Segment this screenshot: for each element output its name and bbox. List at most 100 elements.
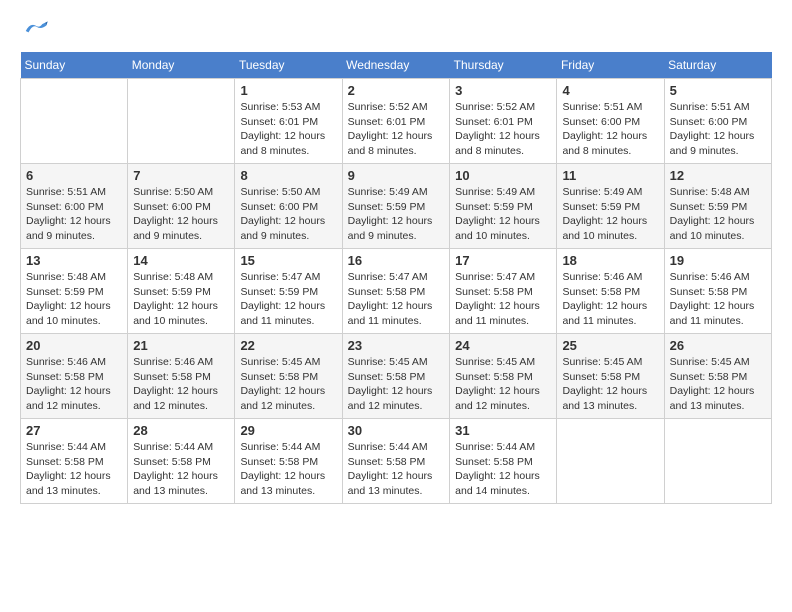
day-number: 13 (26, 253, 122, 268)
day-info: Sunrise: 5:44 AM Sunset: 5:58 PM Dayligh… (240, 440, 336, 499)
day-number: 21 (133, 338, 229, 353)
day-info: Sunrise: 5:45 AM Sunset: 5:58 PM Dayligh… (455, 355, 551, 414)
day-number: 19 (670, 253, 766, 268)
calendar-cell: 16 Sunrise: 5:47 AM Sunset: 5:58 PM Dayli… (342, 249, 449, 334)
calendar-cell: 18Sunrise: 5:46 AM Sunset: 5:58 PM Dayli… (557, 249, 664, 334)
day-number: 31 (455, 423, 551, 438)
calendar-cell: 10 Sunrise: 5:49 AM Sunset: 5:59 PM Dayli… (450, 164, 557, 249)
day-number: 14 (133, 253, 229, 268)
calendar-cell: 13Sunrise: 5:48 AM Sunset: 5:59 PM Dayli… (21, 249, 128, 334)
weekday-header-monday: Monday (128, 52, 235, 79)
day-number: 26 (670, 338, 766, 353)
day-number: 23 (348, 338, 444, 353)
day-number: 3 (455, 83, 551, 98)
day-info: Sunrise: 5:49 AM Sunset: 5:59 PM Dayligh… (455, 185, 551, 244)
day-info: Sunrise: 5:44 AM Sunset: 5:58 PM Dayligh… (348, 440, 444, 499)
logo-icon (20, 20, 48, 42)
calendar-cell: 1 Sunrise: 5:53 AM Sunset: 6:01 PM Daylig… (235, 79, 342, 164)
calendar-cell (664, 419, 771, 504)
calendar-cell: 5 Sunrise: 5:51 AM Sunset: 6:00 PM Daylig… (664, 79, 771, 164)
calendar-cell: 30 Sunrise: 5:44 AM Sunset: 5:58 PM Dayli… (342, 419, 449, 504)
calendar-cell: 4 Sunrise: 5:51 AM Sunset: 6:00 PM Daylig… (557, 79, 664, 164)
day-number: 16 (348, 253, 444, 268)
weekday-header-friday: Friday (557, 52, 664, 79)
day-number: 17 (455, 253, 551, 268)
day-info: Sunrise: 5:46 AM Sunset: 5:58 PM Dayligh… (26, 355, 122, 414)
day-info: Sunrise: 5:46 AM Sunset: 5:58 PM Dayligh… (133, 355, 229, 414)
day-info: Sunrise: 5:50 AM Sunset: 6:00 PM Dayligh… (133, 185, 229, 244)
calendar-cell: 2 Sunrise: 5:52 AM Sunset: 6:01 PM Daylig… (342, 79, 449, 164)
day-info: Sunrise: 5:52 AM Sunset: 6:01 PM Dayligh… (348, 100, 444, 159)
weekday-header-thursday: Thursday (450, 52, 557, 79)
day-number: 10 (455, 168, 551, 183)
day-info: Sunrise: 5:45 AM Sunset: 5:58 PM Dayligh… (240, 355, 336, 414)
day-number: 20 (26, 338, 122, 353)
calendar-cell: 15Sunrise: 5:47 AM Sunset: 5:59 PM Dayli… (235, 249, 342, 334)
day-number: 22 (240, 338, 336, 353)
calendar-cell: 25 Sunrise: 5:45 AM Sunset: 5:58 PM Dayli… (557, 334, 664, 419)
day-info: Sunrise: 5:48 AM Sunset: 5:59 PM Dayligh… (670, 185, 766, 244)
calendar-cell: 7 Sunrise: 5:50 AM Sunset: 6:00 PM Daylig… (128, 164, 235, 249)
day-info: Sunrise: 5:50 AM Sunset: 6:00 PM Dayligh… (240, 185, 336, 244)
calendar-week-5: 27 Sunrise: 5:44 AM Sunset: 5:58 PM Dayli… (21, 419, 772, 504)
weekday-header-row: SundayMondayTuesdayWednesdayThursdayFrid… (21, 52, 772, 79)
day-number: 28 (133, 423, 229, 438)
day-info: Sunrise: 5:51 AM Sunset: 6:00 PM Dayligh… (670, 100, 766, 159)
day-number: 5 (670, 83, 766, 98)
day-info: Sunrise: 5:46 AM Sunset: 5:58 PM Dayligh… (670, 270, 766, 329)
weekday-header-wednesday: Wednesday (342, 52, 449, 79)
weekday-header-saturday: Saturday (664, 52, 771, 79)
day-info: Sunrise: 5:49 AM Sunset: 5:59 PM Dayligh… (562, 185, 658, 244)
day-info: Sunrise: 5:48 AM Sunset: 5:59 PM Dayligh… (133, 270, 229, 329)
day-info: Sunrise: 5:45 AM Sunset: 5:58 PM Dayligh… (670, 355, 766, 414)
day-info: Sunrise: 5:52 AM Sunset: 6:01 PM Dayligh… (455, 100, 551, 159)
day-number: 8 (240, 168, 336, 183)
calendar-cell: 12 Sunrise: 5:48 AM Sunset: 5:59 PM Dayli… (664, 164, 771, 249)
day-number: 4 (562, 83, 658, 98)
calendar-week-3: 13 Sunrise: 5:48 AM Sunset: 5:59 PM Dayli… (21, 249, 772, 334)
calendar-cell: 17 Sunrise: 5:47 AM Sunset: 5:58 PM Dayli… (450, 249, 557, 334)
calendar-cell: 21 Sunrise: 5:46 AM Sunset: 5:58 PM Dayli… (128, 334, 235, 419)
day-info: Sunrise: 5:44 AM Sunset: 5:58 PM Dayligh… (455, 440, 551, 499)
day-info: Sunrise: 5:53 AM Sunset: 6:01 PM Dayligh… (240, 100, 336, 159)
day-info: Sunrise: 5:47 AM Sunset: 5:59 PM Dayligh… (240, 270, 336, 329)
day-number: 12 (670, 168, 766, 183)
day-info: Sunrise: 5:45 AM Sunset: 5:58 PM Dayligh… (562, 355, 658, 414)
calendar-week-2: 6Sunrise: 5:51 AM Sunset: 6:00 PM Daylig… (21, 164, 772, 249)
weekday-header-tuesday: Tuesday (235, 52, 342, 79)
calendar-cell (557, 419, 664, 504)
day-info: Sunrise: 5:47 AM Sunset: 5:58 PM Dayligh… (455, 270, 551, 329)
day-number: 18 (562, 253, 658, 268)
calendar-table: SundayMondayTuesdayWednesdayThursdayFrid… (20, 52, 772, 504)
logo (20, 20, 52, 42)
calendar-cell: 23 Sunrise: 5:45 AM Sunset: 5:58 PM Dayli… (342, 334, 449, 419)
calendar-cell: 14 Sunrise: 5:48 AM Sunset: 5:59 PM Dayli… (128, 249, 235, 334)
page-header (20, 20, 772, 42)
day-info: Sunrise: 5:49 AM Sunset: 5:59 PM Dayligh… (348, 185, 444, 244)
day-info: Sunrise: 5:51 AM Sunset: 6:00 PM Dayligh… (562, 100, 658, 159)
calendar-cell: 6Sunrise: 5:51 AM Sunset: 6:00 PM Daylig… (21, 164, 128, 249)
day-number: 7 (133, 168, 229, 183)
day-number: 1 (240, 83, 336, 98)
day-info: Sunrise: 5:45 AM Sunset: 5:58 PM Dayligh… (348, 355, 444, 414)
calendar-cell: 3 Sunrise: 5:52 AM Sunset: 6:01 PM Daylig… (450, 79, 557, 164)
calendar-cell: 29 Sunrise: 5:44 AM Sunset: 5:58 PM Dayli… (235, 419, 342, 504)
day-number: 25 (562, 338, 658, 353)
day-info: Sunrise: 5:44 AM Sunset: 5:58 PM Dayligh… (26, 440, 122, 499)
calendar-cell: 8 Sunrise: 5:50 AM Sunset: 6:00 PM Daylig… (235, 164, 342, 249)
day-number: 6 (26, 168, 122, 183)
day-number: 2 (348, 83, 444, 98)
day-number: 30 (348, 423, 444, 438)
calendar-cell: 27 Sunrise: 5:44 AM Sunset: 5:58 PM Dayli… (21, 419, 128, 504)
calendar-week-1: 1 Sunrise: 5:53 AM Sunset: 6:01 PM Daylig… (21, 79, 772, 164)
calendar-cell (21, 79, 128, 164)
calendar-cell: 28Sunrise: 5:44 AM Sunset: 5:58 PM Dayli… (128, 419, 235, 504)
day-number: 29 (240, 423, 336, 438)
day-number: 27 (26, 423, 122, 438)
calendar-cell (128, 79, 235, 164)
calendar-cell: 9Sunrise: 5:49 AM Sunset: 5:59 PM Daylig… (342, 164, 449, 249)
day-info: Sunrise: 5:47 AM Sunset: 5:58 PM Dayligh… (348, 270, 444, 329)
calendar-cell: 22 Sunrise: 5:45 AM Sunset: 5:58 PM Dayli… (235, 334, 342, 419)
calendar-cell: 19 Sunrise: 5:46 AM Sunset: 5:58 PM Dayli… (664, 249, 771, 334)
day-number: 24 (455, 338, 551, 353)
